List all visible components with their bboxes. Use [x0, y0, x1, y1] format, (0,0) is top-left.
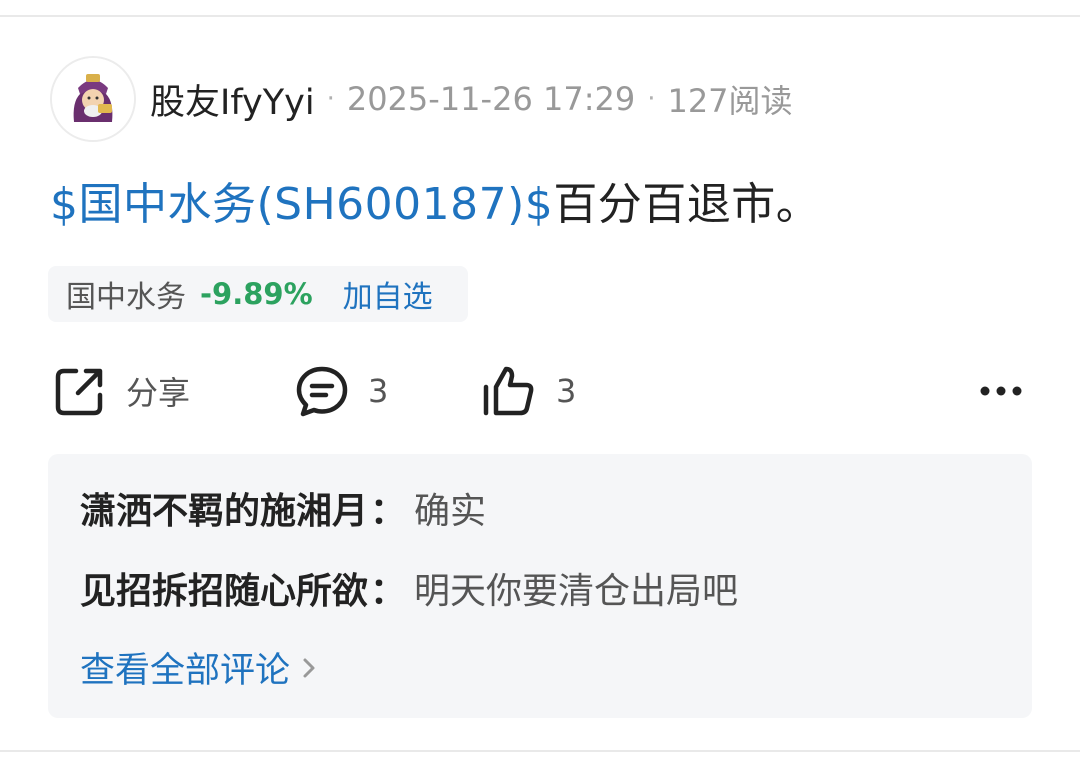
share-icon: [55, 368, 103, 416]
like-button[interactable]: 3: [482, 360, 576, 422]
stock-change: -9.89%: [200, 277, 313, 311]
meta-separator: ·: [647, 84, 656, 114]
share-button[interactable]: 分享: [52, 360, 190, 422]
comment-text: 确实: [414, 491, 487, 532]
view-all-label: 查看全部评论: [80, 651, 291, 691]
stock-name: 国中水务: [66, 280, 186, 315]
thumbs-up-icon: [483, 366, 534, 416]
avatar[interactable]: [50, 56, 136, 142]
view-all-comments-link[interactable]: 查看全部评论: [80, 642, 320, 693]
comment-colon: ：: [370, 491, 407, 532]
post-meta: 股友IfyYyi · 2025-11-26 17:29 · 127阅读: [150, 74, 793, 125]
stock-chip[interactable]: 国中水务 -9.89% 加自选: [48, 266, 468, 322]
comment-preview: 潇洒不羁的施湘月： 确实 见招拆招随心所欲： 明天你要清仓出局吧 查看全部评论: [48, 454, 1032, 718]
comment-user[interactable]: 潇洒不羁的施湘月: [80, 491, 368, 532]
comment-button[interactable]: 3: [294, 360, 388, 422]
comment-item[interactable]: 潇洒不羁的施湘月： 确实: [80, 482, 486, 534]
share-label: 分享: [126, 374, 191, 412]
top-divider: [0, 15, 1080, 17]
author-name[interactable]: 股友IfyYyi: [150, 74, 315, 125]
bottom-divider: [0, 750, 1080, 752]
add-watchlist-button[interactable]: 加自选: [343, 272, 433, 316]
comment-user[interactable]: 见招拆招随心所欲: [80, 571, 368, 612]
comment-colon: ：: [370, 571, 407, 612]
comment-item[interactable]: 见招拆招随心所欲： 明天你要清仓出局吧: [80, 562, 738, 614]
post-text: 百分百退市。: [553, 179, 821, 230]
post-datetime: 2025-11-26 17:29: [346, 80, 636, 118]
chevron-right-icon: [303, 658, 315, 677]
comment-text: 明天你要清仓出局吧: [414, 571, 739, 612]
stock-tag-link[interactable]: $国中水务(SH600187)$: [50, 179, 553, 230]
comment-icon: [296, 366, 348, 417]
avatar-image: [52, 58, 134, 140]
read-count: 127阅读: [667, 82, 793, 120]
action-bar: 分享 3 3: [0, 360, 1080, 422]
more-icon[interactable]: [978, 378, 1024, 404]
comment-count: 3: [368, 372, 389, 410]
meta-separator: ·: [326, 84, 335, 114]
like-count: 3: [556, 372, 577, 410]
post-body: $国中水务(SH600187)$百分百退市。: [50, 176, 820, 234]
